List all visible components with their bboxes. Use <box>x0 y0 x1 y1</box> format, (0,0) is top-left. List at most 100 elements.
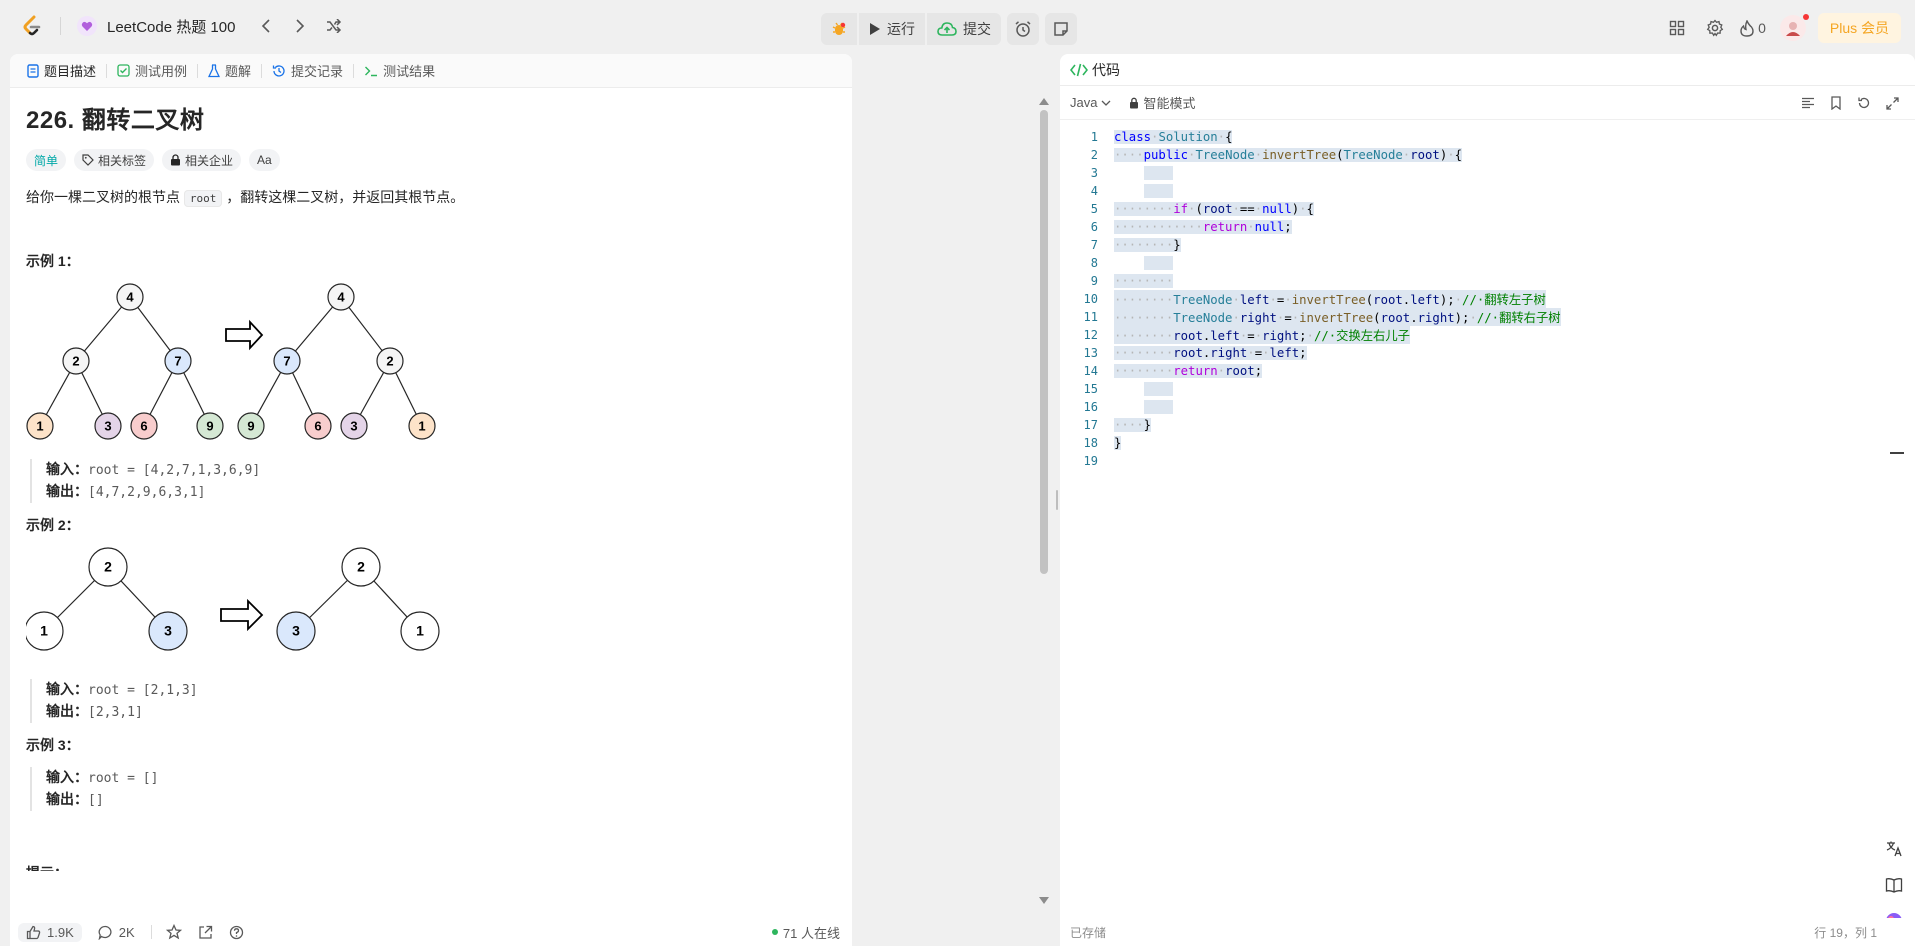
share-button[interactable] <box>198 925 213 940</box>
code-line: 7 ········} <box>1090 238 1181 252</box>
tree-node-label: 3 <box>104 419 111 434</box>
example-2-output: [2,3,1] <box>88 705 143 720</box>
editor-toolbar: Java 智能模式 <box>1060 86 1915 120</box>
comment-icon <box>98 925 112 940</box>
avatar[interactable] <box>1779 14 1809 41</box>
tree-node-label: 1 <box>40 623 48 639</box>
font-size-button[interactable]: Aa <box>249 149 280 171</box>
code-line: 3 <box>1060 164 1915 182</box>
previous-problem-icon[interactable] <box>249 12 283 40</box>
reset-icon[interactable] <box>1855 94 1873 112</box>
example-2-image: 2 1 3 2 3 1 <box>26 547 440 651</box>
tree-node-label: 3 <box>350 419 357 434</box>
tab-solutions[interactable]: 题解 <box>205 54 254 88</box>
top-bar: LeetCode 热题 100 运行 提交 0 Plus 会员 <box>0 0 1915 52</box>
code-line: 12 ········root.left·=·right;·//·交换左右儿子 <box>1083 326 1410 344</box>
study-plan-icon <box>77 16 97 36</box>
hint-title: 提示： <box>26 863 826 871</box>
chevron-down-icon <box>1102 100 1111 106</box>
page-title[interactable]: 226. 翻转二叉树 <box>26 100 826 135</box>
tree-node-label: 2 <box>104 559 112 575</box>
example-3-input: root = [] <box>88 771 159 786</box>
star-icon <box>165 924 182 940</box>
like-button[interactable]: 1.9K <box>18 922 82 942</box>
favorite-button[interactable] <box>165 924 182 940</box>
tag-row: 简单 相关标签 相关企业 Aa <box>26 149 826 171</box>
fullscreen-icon[interactable] <box>1883 94 1901 112</box>
example-2-input: root = [2,1,3] <box>88 683 198 698</box>
next-problem-icon[interactable] <box>283 12 317 40</box>
language-select[interactable]: Java <box>1070 95 1111 110</box>
description-footer: 1.9K 2K 71 人在线 <box>10 918 852 946</box>
tab-test-results[interactable]: 测试结果 <box>361 54 438 88</box>
format-icon[interactable] <box>1799 94 1817 112</box>
submit-button[interactable]: 提交 <box>927 13 1001 45</box>
inline-code: root <box>183 190 223 207</box>
like-count: 1.9K <box>47 924 74 940</box>
code-line: 2 ····public·TreeNode·invertTree(TreeNode… <box>1090 148 1463 162</box>
code-icon <box>1070 63 1088 77</box>
minimap-marker <box>1890 452 1904 454</box>
tree-node-label: 4 <box>126 290 134 305</box>
example-3-io: 输入：root = [] 输出：[] <box>30 767 826 811</box>
arrow-right-icon <box>220 598 264 632</box>
code-editor[interactable]: 1 class·Solution·{ 2 ····public·TreeNode·i… <box>1060 128 1915 470</box>
debug-button[interactable] <box>821 13 857 45</box>
panel-resize-handle[interactable] <box>1056 490 1058 510</box>
run-submit-group: 运行 提交 <box>821 13 1001 45</box>
related-tags-button[interactable]: 相关标签 <box>74 149 155 171</box>
flask-icon <box>208 63 221 78</box>
example-3-title: 示例 3： <box>26 737 80 753</box>
example-1-image: 4 2 7 1 3 6 9 4 7 2 9 6 3 1 <box>26 283 436 440</box>
tab-submissions[interactable]: 提交记录 <box>269 54 346 88</box>
leetcode-logo-icon[interactable] <box>18 12 46 40</box>
code-line: 8 <box>1060 254 1915 272</box>
scroll-down-icon[interactable] <box>1038 896 1050 906</box>
cloud-upload-icon <box>937 22 957 36</box>
arrow-right-icon <box>225 319 264 351</box>
code-line: 6 ············return·null; <box>1090 220 1292 234</box>
shuffle-icon[interactable] <box>317 12 351 40</box>
scroll-up-icon[interactable] <box>1038 96 1050 106</box>
notes-button[interactable] <box>1045 13 1077 45</box>
tree-node-label: 2 <box>72 354 79 369</box>
tab-testcases[interactable]: 测试用例 <box>114 54 190 88</box>
bookmark-icon[interactable] <box>1827 94 1845 112</box>
bug-icon <box>832 22 846 35</box>
layout-button[interactable] <box>1658 12 1696 44</box>
tree-node-label: 3 <box>292 623 300 639</box>
tab-description[interactable]: 题目描述 <box>24 54 99 88</box>
help-button[interactable] <box>229 925 244 940</box>
problem-statement: 给你一棵二叉树的根节点 root ，翻转这棵二叉树，并返回其根节点。 <box>26 189 465 207</box>
plus-membership-button[interactable]: Plus 会员 <box>1817 13 1901 43</box>
share-icon <box>199 925 212 939</box>
settings-button[interactable] <box>1696 12 1734 44</box>
description-scrollbar[interactable] <box>1040 110 1048 574</box>
study-plan-title[interactable]: LeetCode 热题 100 <box>107 16 235 37</box>
lock-icon <box>1129 97 1139 109</box>
run-label: 运行 <box>887 21 915 37</box>
streak-button[interactable]: 0 <box>1734 12 1772 44</box>
cursor-position: 行 19，列 1 <box>1814 925 1877 940</box>
translate-icon[interactable] <box>1883 838 1905 860</box>
description-icon <box>27 63 39 78</box>
timer-button[interactable] <box>1007 13 1039 45</box>
comment-button[interactable]: 2K <box>98 925 135 940</box>
tree-node-label: 3 <box>164 623 172 639</box>
tag-icon <box>82 154 94 166</box>
smart-mode-toggle[interactable]: 智能模式 <box>1129 93 1195 112</box>
editor-actions <box>1799 94 1901 112</box>
tree-node-label: 6 <box>140 419 147 434</box>
code-panel: 代码 Java 智能模式 1 class·Solution·{ 2 ····publ… <box>1060 54 1915 946</box>
fire-icon <box>1740 19 1754 37</box>
code-line: 16 <box>1060 398 1915 416</box>
tree-node-label: 6 <box>314 419 321 434</box>
history-icon <box>272 64 286 78</box>
question-icon <box>229 925 243 939</box>
example-2-title: 示例 2： <box>26 517 80 533</box>
related-companies-button[interactable]: 相关企业 <box>162 149 242 171</box>
run-button[interactable]: 运行 <box>859 13 925 45</box>
book-icon[interactable] <box>1883 874 1905 896</box>
lock-icon <box>170 154 181 166</box>
code-line: 5 ········if·(root·==·null)·{ <box>1090 202 1314 216</box>
